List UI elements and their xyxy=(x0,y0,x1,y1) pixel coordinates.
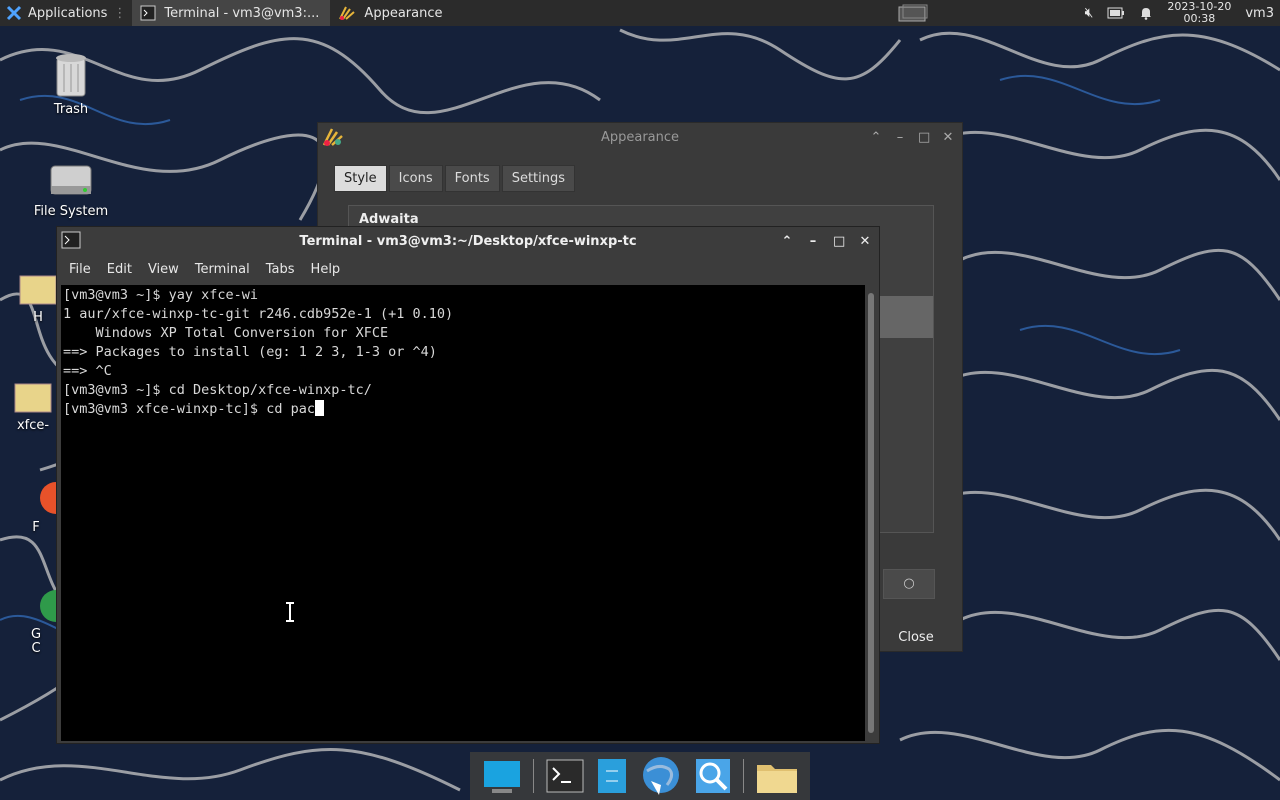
scrollbar-thumb[interactable] xyxy=(868,293,874,733)
trash-label: Trash xyxy=(53,102,89,117)
close-dialog-button[interactable]: Close xyxy=(883,627,949,649)
appearance-title: Appearance xyxy=(600,129,680,145)
terminal-icon xyxy=(61,231,81,249)
folder-icon xyxy=(19,275,57,305)
separator-icon: ⋮ xyxy=(113,5,127,21)
firefox-label: F xyxy=(32,520,40,535)
terminal-line: Windows XP Total Conversion for XFCE xyxy=(63,325,389,341)
task-terminal-label: Terminal - vm3@vm3:... xyxy=(164,5,320,21)
applications-menu[interactable]: Applications ⋮ xyxy=(0,0,132,26)
terminal-line: 1 aur/xfce-winxp-tc-git r246.cdb952e-1 (… xyxy=(63,306,454,322)
terminal-icon xyxy=(140,5,156,21)
home-label: H xyxy=(33,310,43,325)
close-button[interactable]: ✕ xyxy=(942,130,954,145)
file-system-label: File System xyxy=(33,204,109,219)
terminal-screen[interactable]: [vm3@vm3 ~]$ yay xfce-wi 1 aur/xfce-winxp… xyxy=(61,285,865,741)
system-tray: 🔇︎ 2023-10-20 00:38 vm3 xyxy=(1085,0,1280,26)
chrome-icon xyxy=(40,590,72,622)
appearance-icon xyxy=(339,6,356,20)
menu-edit[interactable]: Edit xyxy=(99,262,140,277)
shade-button[interactable]: ⌃ xyxy=(870,130,882,145)
terminal-line: [vm3@vm3 ~]$ yay xfce-wi xyxy=(63,287,259,303)
task-terminal[interactable]: Terminal - vm3@vm3:... xyxy=(132,0,331,26)
desktop-icon[interactable] xyxy=(482,757,522,795)
dock-separator xyxy=(742,759,744,793)
tab-style[interactable]: Style xyxy=(334,165,387,192)
menu-view[interactable]: View xyxy=(140,262,187,277)
theme-options-button[interactable]: ○ xyxy=(883,569,935,599)
task-appearance[interactable]: Appearance xyxy=(330,0,528,26)
terminal-window: Terminal - vm3@vm3:~/Desktop/xfce-winxp-… xyxy=(56,226,880,744)
search-icon[interactable] xyxy=(694,757,732,795)
folder-icon[interactable] xyxy=(755,757,799,795)
xfce-logo-icon xyxy=(6,5,22,21)
terminal-title: Terminal - vm3@vm3:~/Desktop/xfce-winxp-… xyxy=(299,233,637,249)
workspace-switcher-icon[interactable] xyxy=(898,4,928,22)
applications-label: Applications xyxy=(28,5,108,21)
desktop-icon-chrome[interactable]: G C xyxy=(16,588,72,656)
terminal-input: [vm3@vm3 xfce-winxp-tc]$ cd pac xyxy=(63,401,315,417)
clock[interactable]: 2023-10-20 00:38 xyxy=(1167,1,1231,25)
desktop-icon-file-system[interactable]: File System xyxy=(26,160,116,219)
minimize-button[interactable]: – xyxy=(894,130,906,145)
notification-bell-icon[interactable] xyxy=(1139,6,1153,20)
maximize-button[interactable]: □ xyxy=(833,234,845,249)
menu-help[interactable]: Help xyxy=(303,262,349,277)
desktop-icon-trash[interactable]: Trash xyxy=(26,50,116,117)
terminal-menubar: File Edit View Terminal Tabs Help xyxy=(57,255,879,283)
firefox-icon xyxy=(40,482,72,514)
appearance-tabs: Style Icons Fonts Settings xyxy=(334,165,576,192)
chrome-label: G C xyxy=(30,627,42,656)
terminal-line: ==> Packages to install (eg: 1 2 3, 1-3 … xyxy=(63,344,437,360)
browser-icon[interactable] xyxy=(639,755,683,797)
terminal-line: ==> ^C xyxy=(63,363,112,379)
close-button[interactable]: ✕ xyxy=(859,234,871,249)
tab-fonts[interactable]: Fonts xyxy=(444,165,500,192)
mute-icon[interactable]: 🔇︎ xyxy=(1085,5,1094,21)
terminal-scrollbar[interactable] xyxy=(865,285,877,741)
dock-separator xyxy=(532,759,534,793)
menu-file[interactable]: File xyxy=(61,262,99,277)
task-appearance-label: Appearance xyxy=(364,5,443,21)
shade-button[interactable]: ⌃ xyxy=(781,234,793,249)
clock-time: 00:38 xyxy=(1183,12,1216,25)
desktop-icon-firefox[interactable]: F xyxy=(16,480,72,535)
minimize-button[interactable]: – xyxy=(807,234,819,249)
tab-icons[interactable]: Icons xyxy=(388,165,443,192)
folder-icon xyxy=(14,383,52,413)
terminal-line: [vm3@vm3 ~]$ cd Desktop/xfce-winxp-tc/ xyxy=(63,382,372,398)
trash-icon xyxy=(56,54,86,97)
drive-icon xyxy=(50,165,92,195)
maximize-button[interactable]: □ xyxy=(918,130,930,145)
tab-settings[interactable]: Settings xyxy=(501,165,576,192)
battery-icon[interactable] xyxy=(1107,7,1125,19)
top-panel: Applications ⋮ Terminal - vm3@vm3:... Ap… xyxy=(0,0,1280,26)
menu-terminal[interactable]: Terminal xyxy=(187,262,258,277)
terminal-icon[interactable] xyxy=(545,758,585,794)
appearance-icon xyxy=(322,128,343,146)
dock xyxy=(470,752,810,800)
terminal-titlebar[interactable]: Terminal - vm3@vm3:~/Desktop/xfce-winxp-… xyxy=(57,227,879,255)
ibeam-cursor-icon xyxy=(286,602,294,622)
desktop-icon-xfce-folder[interactable]: xfce- xyxy=(10,378,56,433)
appearance-titlebar[interactable]: Appearance ⌃ – □ ✕ xyxy=(318,123,962,151)
menu-tabs[interactable]: Tabs xyxy=(258,262,303,277)
terminal-prompt-line: [vm3@vm3 xfce-winxp-tc]$ cd pac xyxy=(63,400,863,419)
user-menu[interactable]: vm3 xyxy=(1245,6,1274,21)
file-manager-icon[interactable] xyxy=(596,757,628,795)
xfce-folder-label: xfce- xyxy=(16,418,50,433)
desktop-icon-home[interactable]: H xyxy=(18,270,58,325)
text-cursor xyxy=(314,400,324,416)
